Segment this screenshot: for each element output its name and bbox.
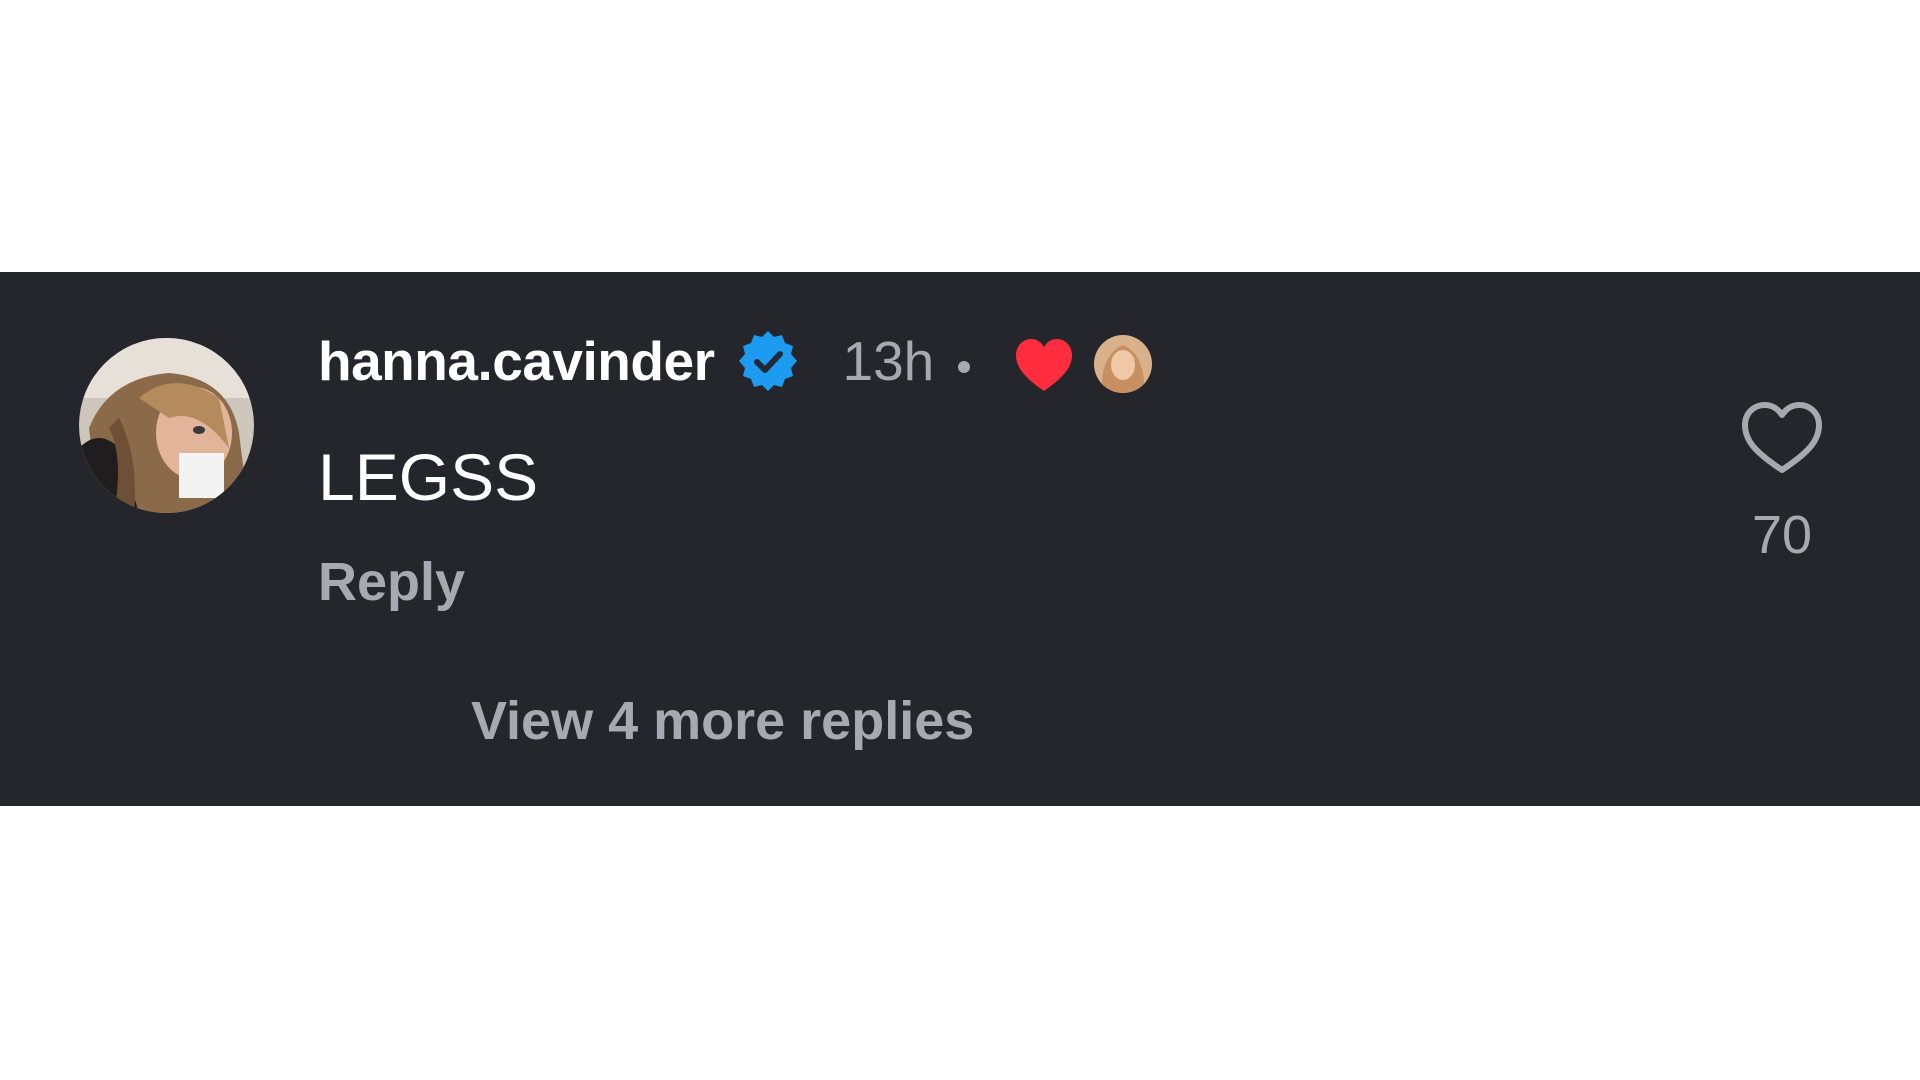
user-avatar[interactable] xyxy=(79,338,254,513)
username[interactable]: hanna.cavinder xyxy=(318,329,715,393)
comment-panel: hanna.cavinder 13h LEGSS Reply 70 View 4… xyxy=(0,272,1920,806)
verified-badge-icon xyxy=(736,329,800,393)
comment-header: hanna.cavinder 13h xyxy=(318,326,1153,396)
heart-filled-icon xyxy=(1014,337,1074,393)
heart-outline-icon[interactable] xyxy=(1740,400,1824,476)
reply-button[interactable]: Reply xyxy=(318,555,465,609)
creator-avatar xyxy=(1094,335,1153,393)
comment-text: LEGSS xyxy=(318,440,539,514)
separator-dot xyxy=(958,361,971,373)
view-more-replies-button[interactable]: View 4 more replies xyxy=(471,694,974,748)
like-count: 70 xyxy=(1751,505,1813,565)
comment-timestamp: 13h xyxy=(842,330,935,392)
